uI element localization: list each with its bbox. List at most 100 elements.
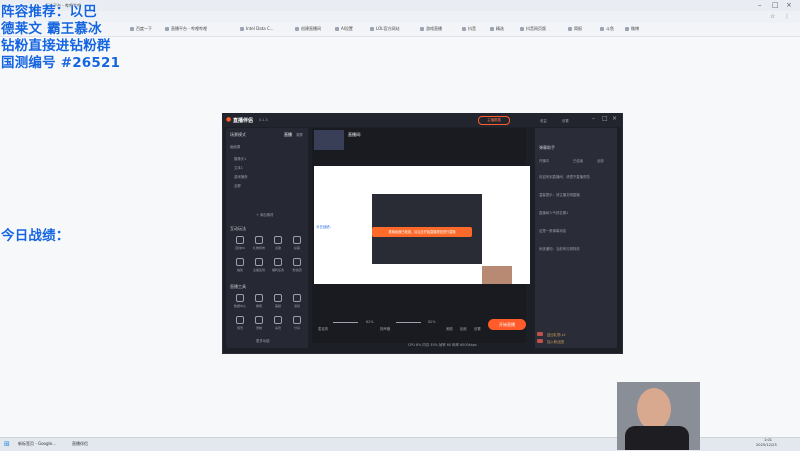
right-panel-header: 弹幕助手: [539, 145, 555, 150]
bookmarks-bar: 百度一下 直播平台 - 哔哩哔哩 Intel Data C... 创建直播间 A…: [0, 23, 800, 37]
close-icon[interactable]: ×: [786, 1, 792, 9]
tools-item[interactable]: 数据中心: [232, 294, 248, 310]
tab-ended[interactable]: 已结束: [573, 158, 583, 163]
tools-icon: [236, 294, 244, 302]
windows-start-icon[interactable]: ⊞: [4, 440, 10, 448]
interact-item[interactable]: 点歌: [270, 236, 286, 252]
interact-item[interactable]: 粉丝团: [289, 258, 305, 274]
app-close-icon[interactable]: ×: [612, 115, 617, 122]
tools-label: 数据中心: [233, 304, 246, 308]
speaker-slider[interactable]: [396, 322, 421, 323]
bookmark-item[interactable]: 创建直播间: [295, 26, 321, 32]
bookmark-item[interactable]: 微博: [625, 26, 639, 32]
header-button-data[interactable]: 主播数据: [478, 116, 510, 125]
bookmark-item[interactable]: LOL官方网站: [370, 26, 399, 32]
bookmark-label: 抖音网页版: [526, 26, 546, 31]
tab-streaming[interactable]: 开播中: [539, 158, 549, 163]
tab-live[interactable]: 直播: [284, 132, 292, 138]
tools-item[interactable]: 滤镜: [289, 294, 305, 310]
message-item: 欢迎来到直播间，请遵守直播规范: [539, 175, 590, 179]
tab-record[interactable]: 录屏: [296, 132, 303, 137]
overlay-test-number: 国测编号 #26521: [1, 55, 121, 71]
minimize-icon[interactable]: –: [758, 1, 762, 9]
webcam-feed: [617, 382, 700, 450]
stream-preview[interactable]: 今日战绩：: [314, 166, 530, 284]
tools-item[interactable]: 录制: [251, 316, 267, 332]
app-titlebar: ● 直播伴侣 5.1.3 主播数据 收益 设置 – □ ×: [222, 113, 621, 127]
tools-label: 房管: [274, 326, 281, 330]
bookmark-item[interactable]: 抖音: [462, 26, 476, 32]
webcam-shirt: [625, 426, 689, 450]
scene-mode-select[interactable]: 场景模式: [230, 132, 246, 138]
bookmark-label: AI设置: [341, 26, 353, 31]
tools-item[interactable]: 美颜: [270, 294, 286, 310]
bookmark-label: 斗鱼: [606, 26, 614, 31]
maximize-icon[interactable]: □: [772, 1, 779, 9]
bookmark-item[interactable]: 百度一下: [130, 26, 152, 32]
app-version: 5.1.3: [259, 118, 268, 122]
tools-item[interactable]: 弹幕: [251, 294, 267, 310]
interact-icon: [236, 236, 244, 244]
interact-item[interactable]: 抽奖: [232, 258, 248, 274]
interact-item[interactable]: 连线PK: [232, 236, 248, 252]
header-button-income[interactable]: 收益: [540, 118, 547, 123]
bookmark-item[interactable]: 斗鱼: [600, 26, 614, 32]
mic-slider[interactable]: [333, 322, 358, 323]
clock-time: 1:01: [764, 438, 773, 442]
tools-item[interactable]: 场景: [232, 316, 248, 332]
bookmark-item[interactable]: 精选: [490, 26, 504, 32]
bookmark-icon: [600, 27, 604, 31]
source-item[interactable]: 文本1: [234, 165, 243, 170]
app-logo-icon: ●: [226, 116, 232, 123]
interact-label: 点歌: [274, 246, 281, 250]
interact-item[interactable]: 福利任务: [270, 258, 286, 274]
tools-item[interactable]: 房管: [270, 316, 286, 332]
bookmark-item[interactable]: AI设置: [335, 26, 353, 32]
interact-title: 互动玩法: [230, 226, 246, 231]
interact-item[interactable]: 礼物特效: [251, 236, 267, 252]
interact-item[interactable]: 主播签到: [251, 258, 267, 274]
tool-sticker[interactable]: 贴纸: [460, 326, 467, 331]
bookmark-label: 抖音: [468, 26, 476, 31]
taskbar-item-app[interactable]: 直播伴侣: [72, 441, 88, 447]
bookmark-item[interactable]: 游戏直播: [420, 26, 442, 32]
tool-beauty[interactable]: 美颜: [446, 326, 453, 331]
tools-icon: [255, 316, 263, 324]
header-button-settings[interactable]: 设置: [562, 118, 569, 123]
bookmark-label: 精选: [496, 26, 504, 31]
interact-item[interactable]: 投票: [289, 236, 305, 252]
source-item[interactable]: 全屏: [234, 183, 241, 188]
interact-label: 投票: [293, 246, 300, 250]
bookmark-icon: [295, 27, 299, 31]
message-item: 直播间人气排名第1: [539, 211, 569, 215]
tools-label: 分享: [293, 326, 300, 330]
more-tools-button[interactable]: 更多功能: [256, 338, 270, 343]
taskbar-item-browser[interactable]: 新标签页 - Google...: [18, 441, 56, 447]
tool-settings[interactable]: 设置: [474, 326, 481, 331]
tools-item[interactable]: 分享: [289, 316, 305, 332]
interact-label: 福利任务: [271, 268, 284, 272]
interact-icon: [293, 258, 301, 266]
start-live-button[interactable]: 开始直播: [488, 319, 526, 330]
bookmark-label: Intel Data C...: [246, 26, 274, 31]
add-source-button[interactable]: + 添加素材: [256, 212, 273, 217]
interact-icon: [255, 258, 263, 266]
stream-cover-thumbnail[interactable]: [314, 130, 344, 150]
bookmark-item[interactable]: Intel Data C...: [240, 26, 274, 31]
app-minimize-icon[interactable]: –: [592, 115, 595, 122]
source-item[interactable]: 摄像头1: [234, 156, 246, 161]
bookmark-item[interactable]: 直播平台 - 哔哩哔哩: [165, 26, 207, 32]
tools-label: 场景: [236, 326, 243, 330]
address-bar[interactable]: ☆ ⋮: [0, 11, 800, 23]
app-maximize-icon[interactable]: □: [602, 115, 608, 122]
star-icon[interactable]: ☆: [770, 13, 775, 20]
user-row: 送出礼物 x1: [547, 333, 566, 337]
interact-icon: [293, 236, 301, 244]
bookmark-item[interactable]: 简报: [568, 26, 582, 32]
tab-all[interactable]: 全部: [597, 158, 604, 163]
tools-icon: [236, 316, 244, 324]
tools-icon: [293, 294, 301, 302]
source-item[interactable]: 游戏捕获: [234, 174, 248, 179]
bookmark-item[interactable]: 抖音网页版: [520, 26, 546, 32]
menu-icon[interactable]: ⋮: [784, 13, 790, 20]
